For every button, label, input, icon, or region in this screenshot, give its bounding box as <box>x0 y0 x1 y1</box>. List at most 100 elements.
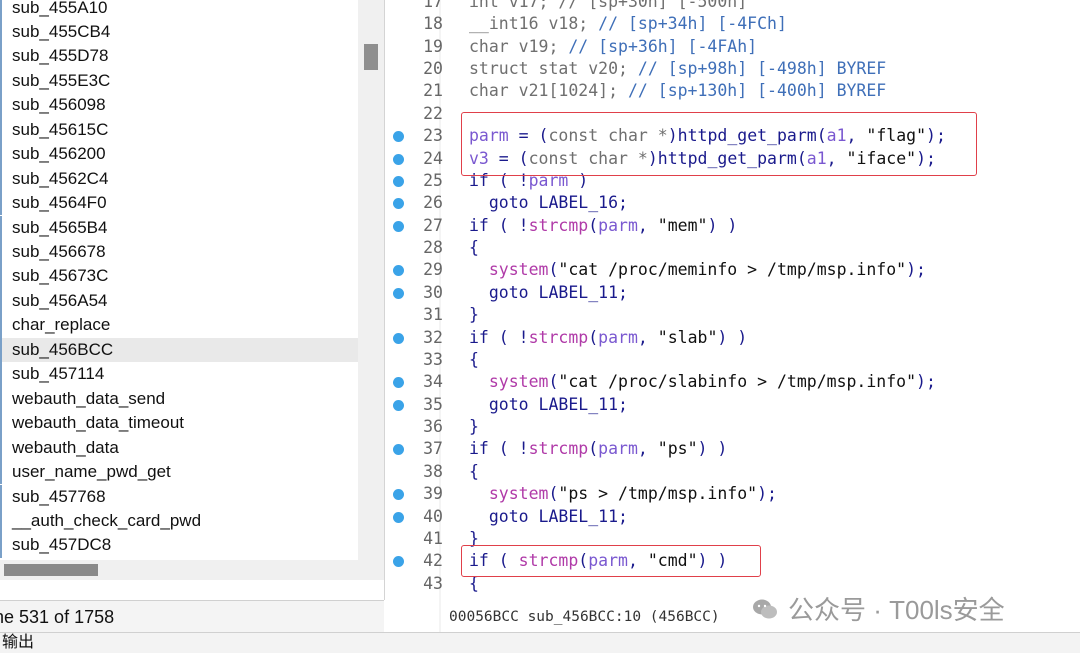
code-text: char v21[1024]; // [sp+130h] [-400h] BYR… <box>469 80 886 102</box>
function-list-item[interactable]: webauth_data_timeout <box>0 411 358 436</box>
code-line[interactable]: 19 char v19; // [sp+36h] [-4FAh] <box>385 36 1080 58</box>
code-token: ( <box>588 215 599 235</box>
function-list-item[interactable]: sub_456678 <box>0 240 358 265</box>
code-token: int v17; // [sp+30h] [-500h] <box>469 0 748 11</box>
function-list-item[interactable]: sub_45615C <box>0 117 358 143</box>
horizontal-scrollbar[interactable] <box>0 560 384 580</box>
code-line[interactable]: 38 { <box>385 461 1080 483</box>
code-line[interactable]: 27 if ( !strcmp(parm, "mem") ) <box>385 215 1080 237</box>
breakpoint-marker-icon[interactable] <box>393 556 404 568</box>
line-number: 23 <box>423 126 443 146</box>
horizontal-scrollbar-thumb[interactable] <box>4 564 98 576</box>
code-line[interactable]: 34 system("cat /proc/slabinfo > /tmp/msp… <box>385 371 1080 393</box>
code-line[interactable]: 20 struct stat v20; // [sp+98h] [-498h] B… <box>385 58 1080 80</box>
function-list-item[interactable]: sub_455E3C <box>0 68 358 94</box>
line-number: 32 <box>423 327 443 347</box>
function-list-item[interactable]: sub_456A54 <box>0 288 358 314</box>
line-number: 43 <box>423 573 443 593</box>
code-token: "ps" <box>657 439 698 459</box>
breakpoint-marker-icon[interactable] <box>393 220 404 232</box>
function-list-item[interactable]: __auth_check_card_pwd <box>0 508 358 534</box>
panel-spacer <box>0 580 384 600</box>
vertical-scrollbar[interactable] <box>358 0 384 560</box>
line-count-text: ne 531 of 1758 <box>0 607 115 627</box>
code-token: , <box>637 439 658 459</box>
function-list-item[interactable]: sub_455A10 <box>0 0 358 20</box>
code-line[interactable]: 26 goto LABEL_16; <box>385 192 1080 214</box>
code-token: "mem" <box>657 215 708 235</box>
code-line[interactable]: 40 goto LABEL_11; <box>385 506 1080 528</box>
code-line[interactable]: 33 { <box>385 349 1080 371</box>
code-token: struct stat v20; <box>469 59 638 79</box>
breakpoint-marker-icon[interactable] <box>393 332 404 344</box>
code-token: ); <box>916 372 936 392</box>
code-line[interactable]: 17 int v17; // [sp+30h] [-500h] <box>385 0 1080 13</box>
code-token: "cat /proc/slabinfo > /tmp/msp.info" <box>558 372 917 392</box>
function-list-item[interactable]: webauth_data <box>0 435 358 460</box>
breakpoint-marker-icon[interactable] <box>393 399 404 411</box>
function-list-item[interactable]: webauth_data_send <box>0 386 358 412</box>
breakpoint-marker-icon[interactable] <box>393 444 404 456</box>
code-line[interactable]: 31} <box>385 304 1080 326</box>
breakpoint-marker-icon[interactable] <box>393 489 404 501</box>
code-line[interactable]: 37 if ( !strcmp(parm, "ps") ) <box>385 438 1080 460</box>
code-token: , <box>637 327 658 347</box>
function-list-item[interactable]: sub_456BCC <box>0 337 358 363</box>
code-line[interactable]: 32 if ( !strcmp(parm, "slab") ) <box>385 327 1080 349</box>
code-line[interactable]: 39 system("ps > /tmp/msp.info"); <box>385 483 1080 505</box>
line-number: 35 <box>423 394 443 414</box>
function-list-item[interactable]: sub_455CB4 <box>0 19 358 45</box>
code-token: , <box>637 215 658 235</box>
vertical-scrollbar-thumb[interactable] <box>364 44 378 70</box>
breakpoint-marker-icon[interactable] <box>393 287 404 299</box>
function-list-item[interactable]: sub_4562C4 <box>0 166 358 192</box>
function-list[interactable]: sub_455A10 sub_455CB4 sub_455D78 sub_455E3C… <box>0 0 358 560</box>
function-list-item[interactable]: sub_4564F0 <box>0 191 358 216</box>
function-list-item[interactable]: user_name_pwd_get <box>0 460 358 485</box>
breakpoint-marker-icon[interactable] <box>393 153 404 165</box>
code-line[interactable]: 36} <box>385 416 1080 438</box>
breakpoint-marker-icon[interactable] <box>393 377 404 389</box>
function-list-item[interactable]: sub_457DC8 <box>0 533 358 558</box>
code-line[interactable]: 28 { <box>385 237 1080 259</box>
line-number: 31 <box>423 305 443 325</box>
highlight-box-get-parm <box>461 112 977 176</box>
code-text: system("ps > /tmp/msp.info"); <box>469 483 777 505</box>
function-list-item[interactable]: sub_456098 <box>0 93 358 118</box>
pseudocode-panel[interactable]: 17 int v17; // [sp+30h] [-500h] 18 __int16 … <box>385 0 1080 632</box>
output-tab[interactable]: 输出 <box>0 632 1080 653</box>
breakpoint-marker-icon[interactable] <box>393 198 404 210</box>
line-number: 22 <box>423 103 443 123</box>
code-text: { <box>469 349 479 371</box>
breakpoint-marker-icon[interactable] <box>393 131 404 143</box>
code-token: ( <box>548 260 559 280</box>
breakpoint-marker-icon[interactable] <box>393 511 404 523</box>
highlight-box-cmd-check <box>461 545 761 577</box>
line-number: 21 <box>423 81 443 101</box>
breakpoint-marker-icon[interactable] <box>393 265 404 277</box>
function-list-item[interactable]: sub_457114 <box>0 362 358 387</box>
code-line[interactable]: 21 char v21[1024]; // [sp+130h] [-400h] B… <box>385 80 1080 102</box>
code-line[interactable]: 18 __int16 v18; // [sp+34h] [-4FCh] <box>385 13 1080 35</box>
code-line[interactable]: 35 goto LABEL_11; <box>385 394 1080 416</box>
function-list-item[interactable]: sub_45673C <box>0 264 358 289</box>
code-text: system("cat /proc/slabinfo > /tmp/msp.in… <box>469 371 936 393</box>
code-token: ) ) <box>717 327 748 347</box>
function-list-item[interactable]: sub_457768 <box>0 484 358 509</box>
code-line[interactable]: 29 system("cat /proc/meminfo > /tmp/msp.… <box>385 259 1080 281</box>
function-list-item[interactable]: sub_4565B4 <box>0 215 358 240</box>
code-token: ( <box>588 327 599 347</box>
code-text: goto LABEL_16; <box>469 192 628 214</box>
line-number: 38 <box>423 461 443 481</box>
breakpoint-marker-icon[interactable] <box>393 175 404 187</box>
code-token: { <box>469 349 479 369</box>
function-list-item[interactable]: sub_456200 <box>0 142 358 167</box>
function-list-item[interactable]: char_replace <box>0 313 358 338</box>
line-number: 39 <box>423 484 443 504</box>
line-number: 17 <box>423 0 443 11</box>
code-token: "ps > /tmp/msp.info" <box>558 484 758 504</box>
function-list-item[interactable]: sub_455D78 <box>0 44 358 69</box>
code-line[interactable]: 30 goto LABEL_11; <box>385 282 1080 304</box>
